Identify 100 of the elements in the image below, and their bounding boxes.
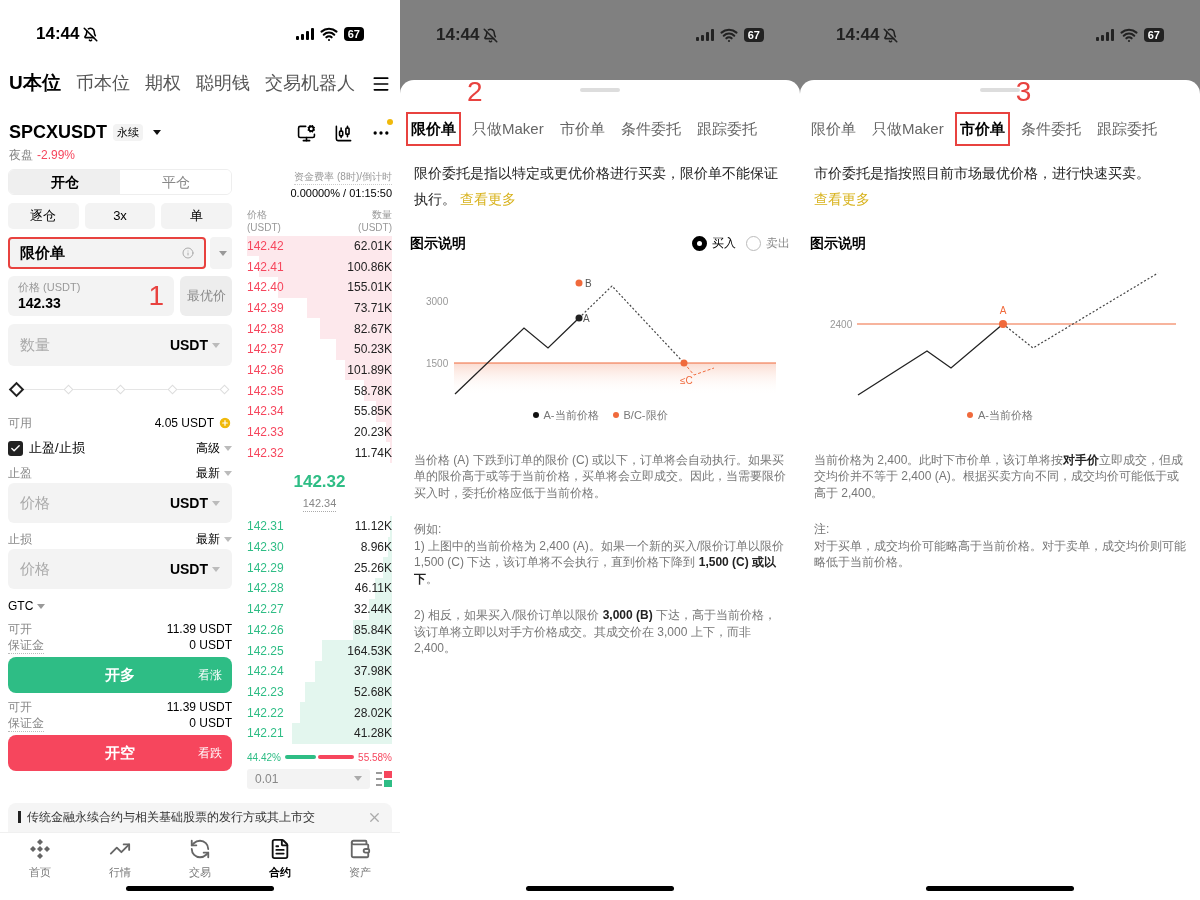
funding-rate-value: 0.00000% / 01:15:50 bbox=[289, 186, 392, 201]
amount-cell-text: 82.67K bbox=[353, 320, 392, 338]
wifi-icon bbox=[1119, 26, 1138, 44]
market-tab[interactable]: 聪明钱 bbox=[195, 70, 250, 98]
price-cell-text: 142.35 bbox=[247, 382, 284, 400]
order-book-row[interactable]: 142.34 55.85K bbox=[247, 401, 392, 422]
diamond-logo-icon[interactable] bbox=[29, 838, 51, 861]
order-type-tab[interactable]: 限价单 bbox=[406, 112, 461, 146]
nav-tab[interactable]: 合约 bbox=[240, 832, 320, 887]
order-book-row[interactable]: 142.29 25.26K bbox=[247, 557, 392, 579]
caret-icon bbox=[224, 536, 232, 542]
market-tab[interactable]: U本位 bbox=[9, 69, 61, 98]
trigger-dropdown[interactable]: 最新 bbox=[196, 464, 232, 482]
explanation-text: 1) 上图中的当前价格为 2,400 (A)。如果一个新的买入/限价订单以限价 1,500 (C) 下达，该订单将不会执行，直到价格下降到 1,500 (C) 或以下。 bbox=[414, 537, 786, 587]
amount-cell-text: 155.01K bbox=[347, 279, 392, 297]
annotation-number: 2 bbox=[467, 78, 483, 106]
quantity-field[interactable]: 数量 USDT bbox=[8, 324, 232, 366]
order-book-row[interactable]: 142.21 41.28K bbox=[247, 722, 392, 744]
order-book-row[interactable]: 142.28 46.11K bbox=[247, 578, 392, 599]
price-cell-text: 142.29 bbox=[247, 559, 284, 577]
order-book-row[interactable]: 142.36 101.89K bbox=[247, 359, 392, 381]
order-book-row[interactable]: 142.40 155.01K bbox=[247, 276, 392, 298]
order-book-row[interactable]: 142.27 32.44K bbox=[247, 598, 392, 620]
order-type-select[interactable]: 限价单 bbox=[8, 237, 206, 269]
order-type-tab[interactable]: 跟踪委托 bbox=[691, 112, 762, 146]
radio-label: 卖出 bbox=[766, 235, 790, 252]
market-tab[interactable]: 币本位 bbox=[75, 70, 130, 98]
nav-tab[interactable]: 交易 bbox=[160, 832, 240, 887]
order-book-row[interactable]: 142.35 58.78K bbox=[247, 380, 392, 401]
price-cell-text: 142.34 bbox=[247, 403, 284, 421]
nav-tab[interactable]: 首页 bbox=[0, 832, 80, 887]
axis-tick-label: 1500 bbox=[426, 358, 449, 369]
open-short-button[interactable]: 开空 看跌 bbox=[8, 735, 232, 771]
available-label: 可用 bbox=[8, 415, 32, 432]
dropdown-toggle[interactable] bbox=[210, 237, 232, 269]
position-tab[interactable]: 开仓 bbox=[9, 170, 120, 194]
margin-label: 保证金 bbox=[8, 637, 44, 654]
radio-label: 买入 bbox=[712, 235, 736, 252]
amount-cell-text: 11.74K bbox=[354, 444, 392, 462]
time-in-force-dropdown[interactable]: GTC bbox=[8, 597, 46, 615]
session-label: 夜盘 bbox=[9, 147, 33, 164]
candlestick-icon[interactable] bbox=[334, 123, 353, 143]
order-book-row[interactable]: 142.25 164.53K bbox=[247, 640, 392, 661]
order-type-tab[interactable]: 限价单 bbox=[806, 112, 861, 146]
order-type-tab[interactable]: 只做Maker bbox=[867, 112, 949, 146]
bell-muted-icon bbox=[883, 27, 899, 43]
price-field[interactable]: 价格 (USDT) 142.33 1 bbox=[8, 276, 174, 316]
order-type-tab[interactable]: 条件委托 bbox=[1015, 112, 1086, 146]
price-cell-text: 142.33 bbox=[247, 424, 284, 442]
radio-button[interactable] bbox=[692, 235, 707, 251]
order-type-tab[interactable]: 跟踪委托 bbox=[1091, 112, 1162, 146]
nav-tab[interactable]: 行情 bbox=[80, 832, 160, 887]
chart-settings-icon[interactable] bbox=[297, 123, 316, 143]
margin-option-button[interactable]: 单 bbox=[161, 203, 232, 229]
diagram-title: 图示说明 bbox=[810, 233, 866, 253]
trigger-price-field[interactable]: 价格 USDT bbox=[8, 549, 232, 589]
order-book-row[interactable]: 142.33 20.23K bbox=[247, 421, 392, 443]
sheet-handle bbox=[580, 88, 620, 92]
order-book-row[interactable]: 142.41 100.86K bbox=[247, 256, 392, 277]
exchange-icon[interactable] bbox=[189, 838, 211, 861]
order-book-row[interactable]: 142.38 82.67K bbox=[247, 318, 392, 339]
legend-label: A-当前价格 bbox=[543, 408, 599, 423]
order-type-tab[interactable]: 条件委托 bbox=[615, 112, 686, 146]
check-icon bbox=[10, 442, 21, 454]
checkbox[interactable] bbox=[8, 440, 23, 456]
trigger-dropdown[interactable]: 最新 bbox=[196, 530, 232, 548]
axis-tick-label: 2400 bbox=[830, 319, 853, 330]
market-tab[interactable]: 期权 bbox=[144, 70, 181, 98]
annotation-number: 3 bbox=[1015, 78, 1032, 106]
market-tab[interactable]: 交易机器人 bbox=[264, 70, 355, 98]
order-book-row[interactable]: 142.23 52.68K bbox=[247, 681, 392, 703]
wallet-icon[interactable] bbox=[349, 838, 371, 861]
margin-option-button[interactable]: 逐仓 bbox=[8, 203, 79, 229]
margin-option-button[interactable]: 3x bbox=[84, 203, 156, 229]
trigger-price-field[interactable]: 价格 USDT bbox=[8, 483, 232, 523]
order-type-tab[interactable]: 市价单 bbox=[954, 112, 1010, 146]
document-icon[interactable] bbox=[269, 838, 291, 861]
order-book-row[interactable]: 142.42 62.01K bbox=[247, 235, 392, 257]
order-book-row[interactable]: 142.32 11.74K bbox=[247, 442, 392, 464]
legend-label: B/C-限价 bbox=[623, 408, 668, 423]
price-cell-text: 142.28 bbox=[247, 580, 284, 598]
caret-icon bbox=[153, 130, 161, 135]
order-type-tab[interactable]: 只做Maker bbox=[467, 112, 549, 146]
open-value: 11.39 USDT bbox=[166, 621, 232, 637]
nav-tab[interactable]: 资产 bbox=[320, 832, 400, 887]
order-book-row[interactable]: 142.26 85.84K bbox=[247, 619, 392, 641]
symbol-name[interactable]: SPCXUSDT bbox=[9, 119, 107, 146]
order-book-row[interactable]: 142.31 11.12K bbox=[247, 516, 392, 537]
price-cell-text: 142.21 bbox=[247, 725, 284, 743]
price-cell-text: 142.41 bbox=[247, 258, 284, 276]
order-type-tab[interactable]: 市价单 bbox=[554, 112, 610, 146]
advanced-dropdown[interactable]: 高级 bbox=[196, 439, 232, 457]
order-book-row[interactable]: 142.37 50.23K bbox=[247, 338, 392, 360]
order-book-row[interactable]: 142.24 37.98K bbox=[247, 660, 392, 682]
price-cell-text: 142.38 bbox=[247, 320, 284, 338]
order-book-row[interactable]: 142.22 28.02K bbox=[247, 702, 392, 723]
order-book-row[interactable]: 142.30 8.96K bbox=[247, 536, 392, 558]
book-layout-icon[interactable] bbox=[376, 770, 392, 787]
order-book-row[interactable]: 142.39 73.71K bbox=[247, 297, 392, 319]
available-value: 4.05 USDT bbox=[154, 415, 214, 432]
